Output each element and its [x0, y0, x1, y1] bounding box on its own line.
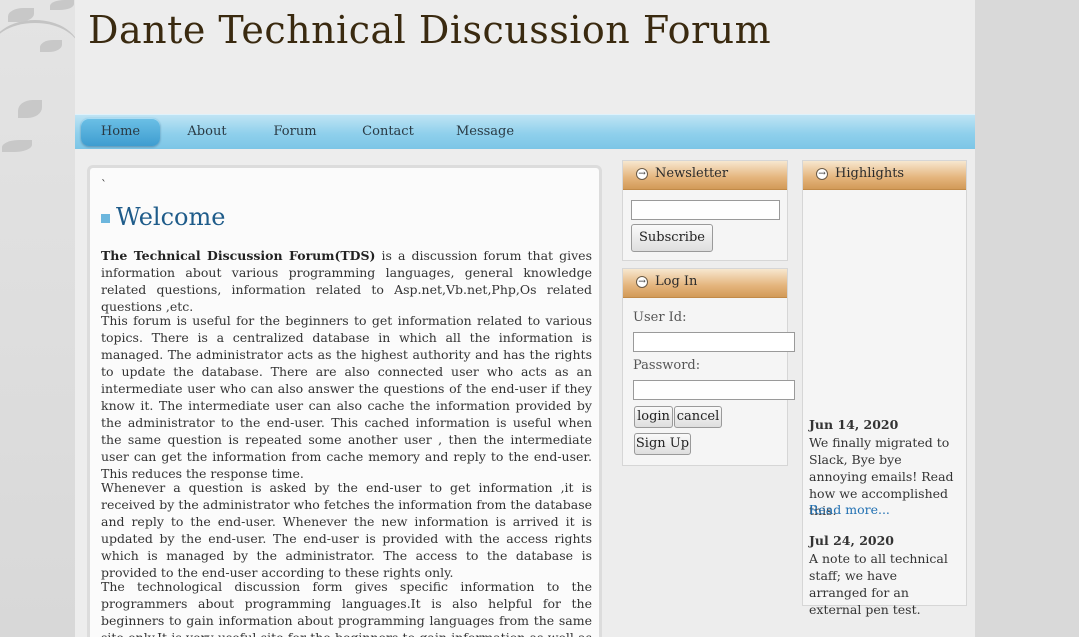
nav-message[interactable]: Message — [455, 118, 515, 146]
nav-home[interactable]: Home — [81, 118, 160, 146]
login-heading: Log In — [655, 274, 698, 289]
cancel-button[interactable]: cancel — [674, 406, 722, 428]
read-more-link[interactable]: Read more... — [809, 502, 890, 517]
subscribe-button[interactable]: Subscribe — [631, 224, 713, 252]
newsletter-header: → Newsletter — [623, 161, 787, 190]
paragraph-goal: The technological discussion form gives … — [101, 579, 592, 637]
signup-button[interactable]: Sign Up — [634, 433, 691, 455]
nav-contact[interactable]: Contact — [357, 118, 419, 146]
left-decoration — [0, 0, 80, 637]
forum-name: The Technical Discussion Forum(TDS) — [101, 248, 376, 263]
site-title: Dante Technical Discussion Forum — [88, 8, 772, 52]
paragraph-architecture: This forum is useful for the beginners t… — [101, 313, 592, 481]
highlights-heading: Highlights — [835, 166, 905, 181]
highlight-date: Jul 24, 2020 — [809, 533, 894, 548]
arrow-circle-icon: → — [636, 276, 648, 288]
nav-about[interactable]: About — [175, 118, 239, 146]
welcome-title: Welcome — [116, 203, 226, 231]
right-gutter — [975, 0, 1079, 637]
paragraph-workflow: Whenever a question is asked by the end-… — [101, 480, 592, 580]
highlight-text: A note to all technical staff; we have a… — [809, 551, 948, 617]
main-nav: Home About Forum Contact Message — [75, 114, 975, 149]
login-header: → Log In — [623, 269, 787, 298]
stray-character: ` — [101, 178, 107, 192]
user-id-label: User Id: — [633, 310, 687, 325]
intro-paragraph: The Technical Discussion Forum(TDS) is a… — [101, 247, 592, 315]
highlights-box: → Highlights Jun 14, 2020 We finally mig… — [802, 160, 967, 617]
page-container: Dante Technical Discussion Forum Home Ab… — [75, 0, 975, 637]
user-id-input[interactable] — [633, 332, 795, 352]
arrow-circle-icon: → — [636, 168, 648, 180]
highlights-header: → Highlights — [803, 161, 966, 190]
password-label: Password: — [633, 358, 701, 373]
password-input[interactable] — [633, 380, 795, 400]
newsletter-email-input[interactable] — [631, 200, 780, 220]
login-button[interactable]: login — [634, 406, 673, 428]
nav-forum[interactable]: Forum — [265, 118, 325, 146]
login-box: → Log In User Id: Password: login cancel… — [622, 268, 795, 466]
welcome-heading: Welcome — [101, 203, 225, 231]
welcome-panel: ` Welcome The Technical Discussion Forum… — [87, 165, 602, 637]
newsletter-box: → Newsletter Subscribe — [622, 160, 788, 261]
highlight-date: Jun 14, 2020 — [809, 417, 899, 432]
arrow-circle-icon: → — [816, 168, 828, 180]
square-bullet-icon — [101, 214, 110, 223]
newsletter-heading: Newsletter — [655, 166, 729, 181]
